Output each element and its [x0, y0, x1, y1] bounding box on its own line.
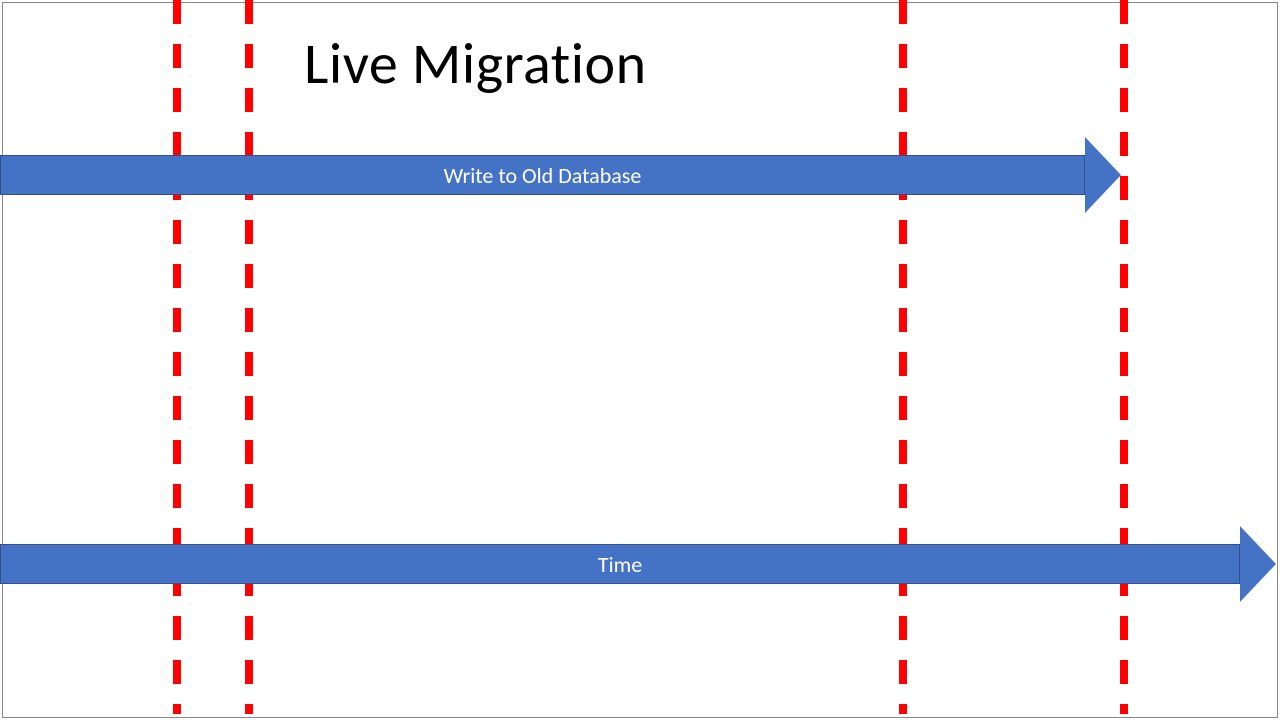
- phase-marker-line: [245, 0, 253, 714]
- arrow-label: Write to Old Database: [0, 155, 1085, 195]
- arrow-label: Time: [0, 544, 1240, 584]
- arrow-label-text: Time: [598, 551, 642, 578]
- arrow-head-icon: [1085, 137, 1121, 213]
- phase-marker-line: [1120, 0, 1128, 714]
- slide-title: Live Migration: [304, 28, 647, 99]
- phase-marker-line: [173, 0, 181, 714]
- arrow-label-text: Write to Old Database: [444, 162, 642, 189]
- arrow-head-icon: [1240, 526, 1276, 602]
- phase-marker-line: [899, 0, 907, 714]
- slide-frame: [2, 2, 1278, 718]
